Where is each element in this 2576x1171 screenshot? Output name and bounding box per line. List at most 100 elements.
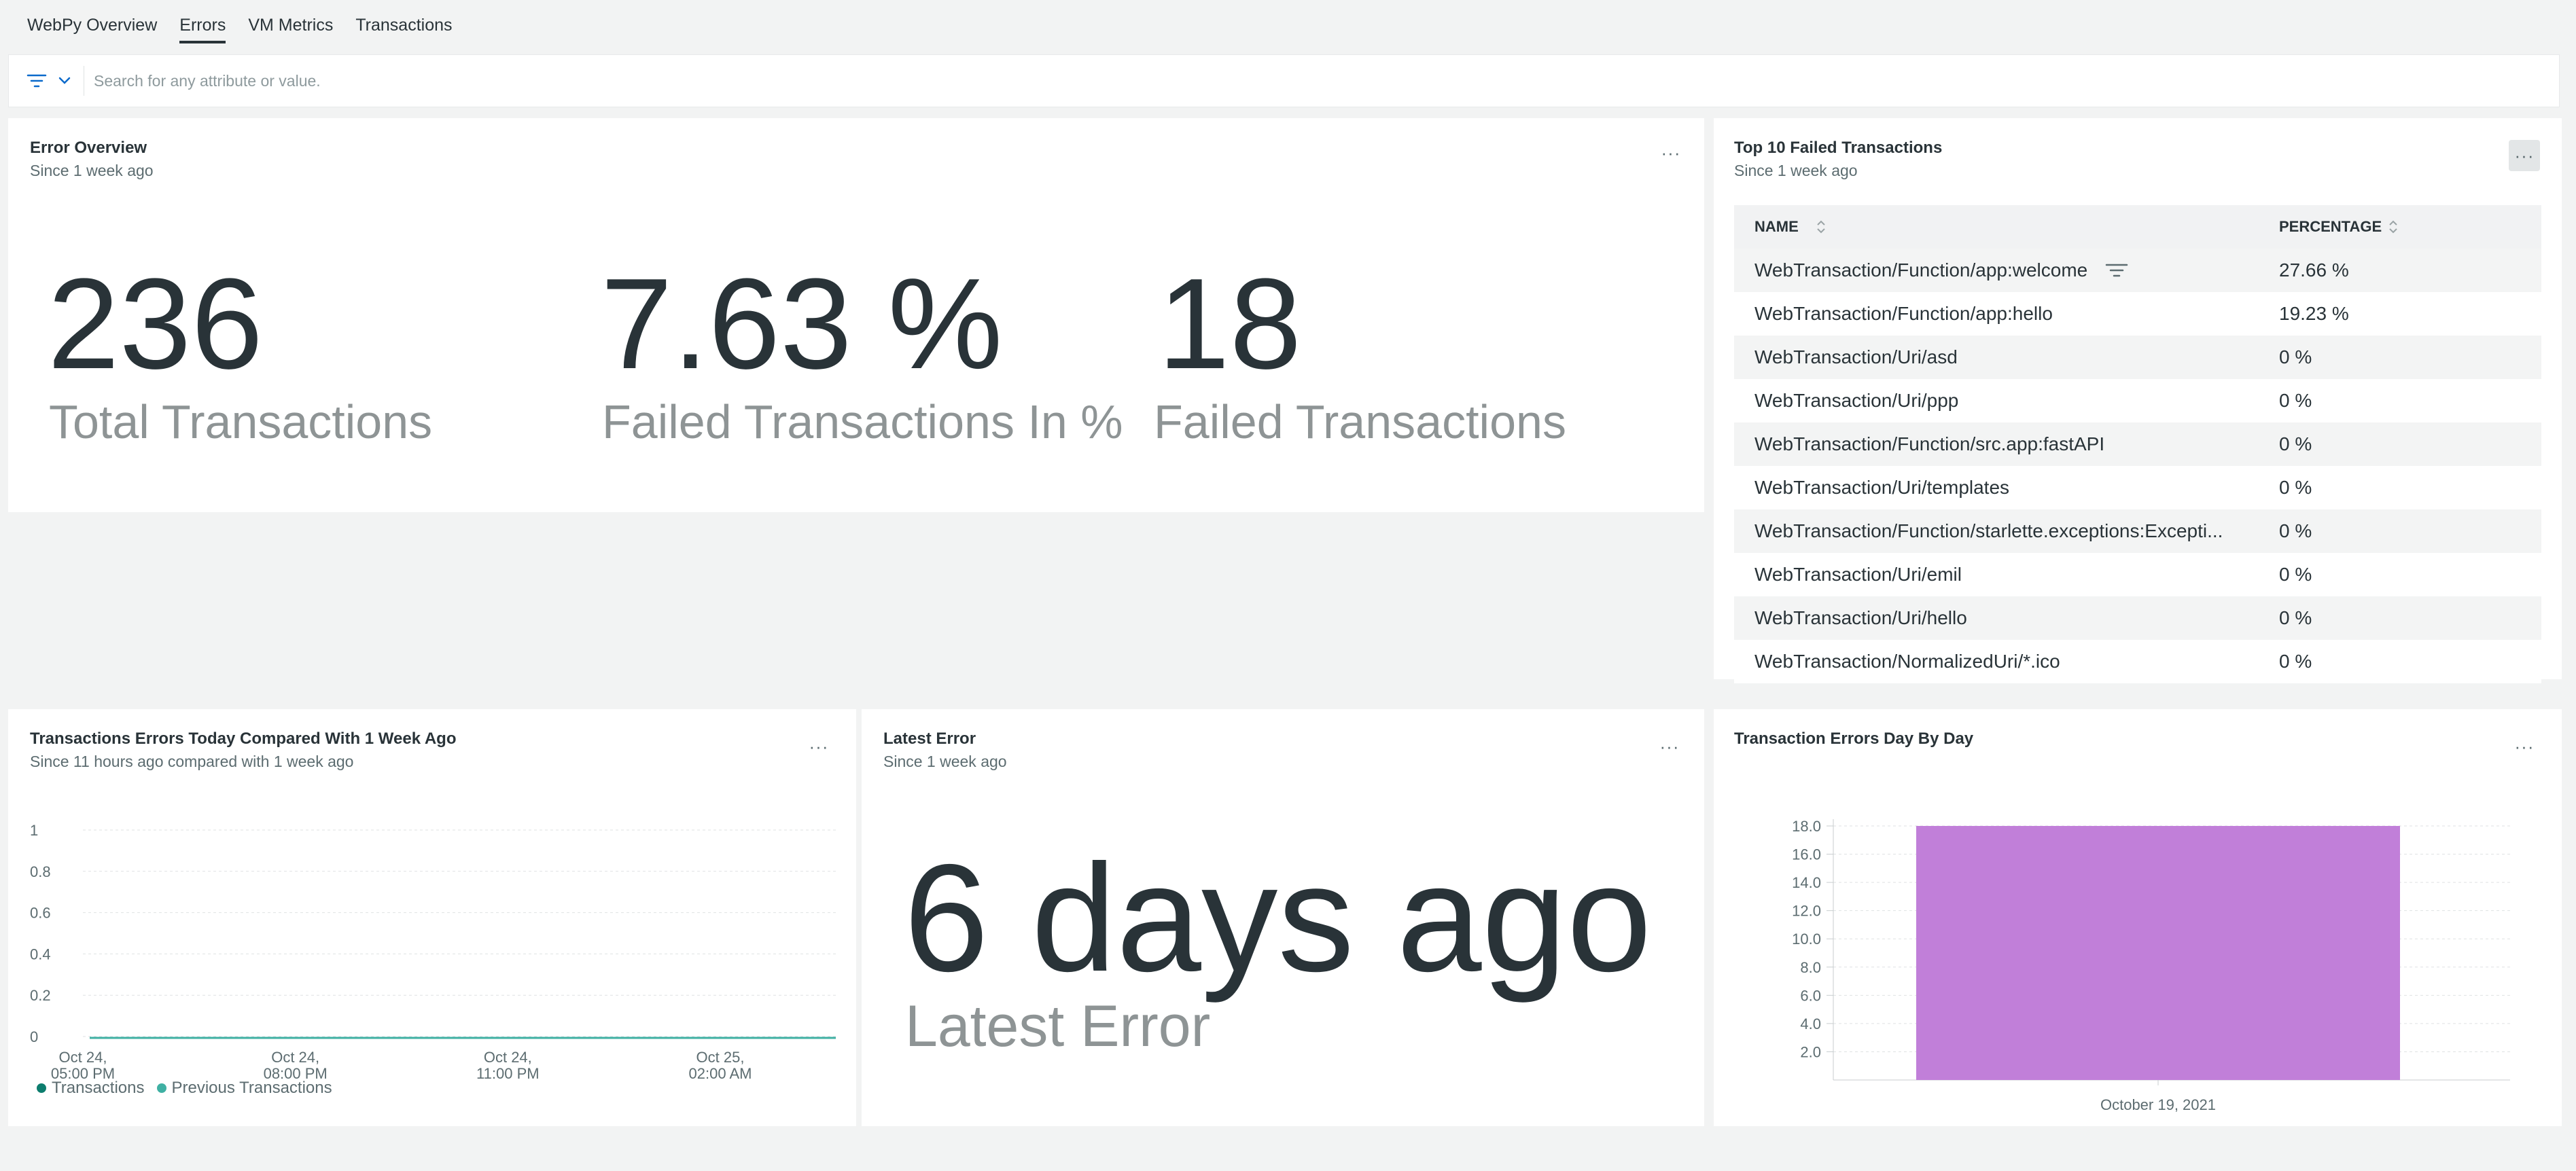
row-percentage: 0 % xyxy=(2279,477,2312,498)
tab-webpy-overview[interactable]: WebPy Overview xyxy=(27,16,167,45)
row-percentage: 0 % xyxy=(2279,607,2312,628)
filter-icon[interactable] xyxy=(2105,263,2128,278)
legend-item-previous-transactions[interactable]: Previous Transactions xyxy=(156,1079,332,1098)
row-name: WebTransaction/Uri/asd xyxy=(1754,346,1958,367)
y-tick-label: 18.0 xyxy=(1792,818,1821,835)
table-row[interactable]: WebTransaction/Function/app:hello 19.23 % xyxy=(1734,292,2541,336)
latest-error-label: Latest Error xyxy=(905,994,1211,1059)
row-percentage: 0 % xyxy=(2279,433,2312,454)
metric-value-failed-pct: 7.63 % xyxy=(601,252,1003,396)
x-tick-label: 11:00 PM xyxy=(476,1065,540,1082)
y-tick-label: 6.0 xyxy=(1800,987,1821,1004)
tab-transactions[interactable]: Transactions xyxy=(355,16,462,45)
y-tick-label: 0.8 xyxy=(30,863,51,880)
chevron-down-icon[interactable] xyxy=(58,73,74,89)
filter-icon[interactable] xyxy=(27,71,50,91)
y-tick-label: 4.0 xyxy=(1800,1015,1821,1032)
y-tick-label: 16.0 xyxy=(1792,846,1821,863)
y-tick-label: 8.0 xyxy=(1800,959,1821,976)
row-percentage: 27.66 % xyxy=(2279,259,2349,281)
x-tick-label: 02:00 AM xyxy=(689,1065,752,1082)
row-name: WebTransaction/Uri/emil xyxy=(1754,564,1962,585)
table-row[interactable]: WebTransaction/NormalizedUri/*.ico 0 % xyxy=(1734,640,2541,683)
panel-title: Top 10 Failed Transactions xyxy=(1734,139,1943,157)
table-header: NAME PERCENTAGE xyxy=(1734,205,2541,249)
panel-title: Error Overview xyxy=(30,139,147,157)
compare-panel: Transactions Errors Today Compared With … xyxy=(8,709,856,1126)
sort-icon xyxy=(2389,220,2397,234)
day-by-day-panel: Transaction Errors Day By Day ··· 18.0 16… xyxy=(1714,709,2562,1126)
panel-subtitle: Since 1 week ago xyxy=(883,753,1007,770)
y-tick-label: 2.0 xyxy=(1800,1043,1821,1060)
more-options-button[interactable]: ··· xyxy=(1654,731,1685,762)
column-header-name[interactable]: NAME xyxy=(1734,218,2265,236)
metric-value-failed: 18 xyxy=(1158,252,1302,396)
tab-errors[interactable]: Errors xyxy=(179,16,236,45)
row-percentage: 0 % xyxy=(2279,520,2312,541)
bar-chart: 18.0 16.0 14.0 12.0 10.0 8.0 6.0 4.0 2.0 October … xyxy=(1792,818,2510,1113)
column-label: PERCENTAGE xyxy=(2279,218,2382,235)
more-options-button[interactable]: ··· xyxy=(2509,140,2540,171)
legend-dot xyxy=(37,1083,46,1093)
y-tick-label: 0.6 xyxy=(30,905,51,922)
table-row[interactable]: WebTransaction/Uri/ppp 0 % xyxy=(1734,379,2541,422)
error-overview-panel: Error Overview Since 1 week ago ··· 236 … xyxy=(8,118,1704,512)
legend-item-transactions[interactable]: Transactions xyxy=(37,1079,145,1098)
metric-label-total: Total Transactions xyxy=(49,395,433,448)
tab-vm-metrics[interactable]: VM Metrics xyxy=(248,16,343,45)
table-row[interactable]: WebTransaction/Uri/asd 0 % xyxy=(1734,336,2541,379)
table-body: WebTransaction/Function/app:welcome 27.6… xyxy=(1734,249,2541,683)
table-row[interactable]: WebTransaction/Uri/templates 0 % xyxy=(1734,466,2541,509)
more-options-button[interactable]: ··· xyxy=(803,731,834,762)
row-name: WebTransaction/Uri/hello xyxy=(1754,607,1967,628)
x-tick-label: Oct 24, xyxy=(59,1049,107,1066)
row-name: WebTransaction/Function/app:welcome xyxy=(1754,259,2088,281)
y-tick-label: 0.4 xyxy=(30,945,51,962)
panel-subtitle: Since 11 hours ago compared with 1 week … xyxy=(30,753,354,770)
legend-dot xyxy=(156,1083,166,1093)
table-row[interactable]: WebTransaction/Function/src.app:fastAPI 0… xyxy=(1734,422,2541,466)
column-header-percentage[interactable]: PERCENTAGE xyxy=(2265,218,2541,236)
panel-title: Latest Error xyxy=(883,729,976,748)
row-percentage: 0 % xyxy=(2279,651,2312,672)
table-row[interactable]: WebTransaction/Uri/emil 0 % xyxy=(1734,553,2541,596)
y-tick-label: 12.0 xyxy=(1792,903,1821,920)
x-tick-label: October 19, 2021 xyxy=(2100,1096,2216,1113)
x-tick-label: Oct 24, xyxy=(271,1049,319,1066)
row-percentage: 0 % xyxy=(2279,564,2312,585)
bar[interactable] xyxy=(1916,826,2400,1080)
dashboard-tabs: WebPy Overview Errors VM Metrics Transac… xyxy=(0,0,2576,45)
panel-subtitle: Since 1 week ago xyxy=(1734,162,1858,179)
more-options-button[interactable]: ··· xyxy=(1655,137,1687,168)
more-options-button[interactable]: ··· xyxy=(2509,731,2540,762)
row-name: WebTransaction/Function/src.app:fastAPI xyxy=(1754,433,2105,454)
y-tick-label: 0 xyxy=(30,1028,38,1045)
row-name: WebTransaction/Function/app:hello xyxy=(1754,303,2053,324)
search-input[interactable] xyxy=(92,60,2559,101)
legend-label: Transactions xyxy=(52,1079,145,1097)
legend-label: Previous Transactions xyxy=(171,1079,332,1097)
latest-error-panel: Latest Error Since 1 week ago ··· 6 days… xyxy=(862,709,1704,1126)
y-tick-label: 14.0 xyxy=(1792,874,1821,891)
table-row[interactable]: WebTransaction/Uri/hello 0 % xyxy=(1734,596,2541,640)
metric-label-failed: Failed Transactions xyxy=(1154,395,1566,448)
row-percentage: 0 % xyxy=(2279,346,2312,367)
x-tick-label: Oct 24, xyxy=(484,1049,532,1066)
row-name: WebTransaction/NormalizedUri/*.ico xyxy=(1754,651,2060,672)
row-name: WebTransaction/Uri/ppp xyxy=(1754,390,1959,411)
row-name: WebTransaction/Uri/templates xyxy=(1754,477,2010,498)
table-row[interactable]: WebTransaction/Function/starlette.except… xyxy=(1734,509,2541,553)
table-row[interactable]: WebTransaction/Function/app:welcome 27.6… xyxy=(1734,249,2541,292)
metric-label-failed-pct: Failed Transactions In % xyxy=(602,395,1123,448)
row-name: WebTransaction/Function/starlette.except… xyxy=(1754,520,2223,541)
panel-title: Transaction Errors Day By Day xyxy=(1734,729,1974,748)
chart-legend: Transactions Previous Transactions xyxy=(37,1079,345,1098)
sort-icon xyxy=(1817,220,1825,234)
column-label: NAME xyxy=(1754,218,1799,235)
filter-bar xyxy=(8,54,2560,107)
row-percentage: 0 % xyxy=(2279,390,2312,411)
failed-transactions-table: NAME PERCENTAGE WebTransaction/Function/… xyxy=(1734,205,2541,683)
y-tick-label: 1 xyxy=(30,822,38,839)
metric-value-total: 236 xyxy=(48,252,264,396)
x-tick-label: Oct 25, xyxy=(696,1049,745,1066)
